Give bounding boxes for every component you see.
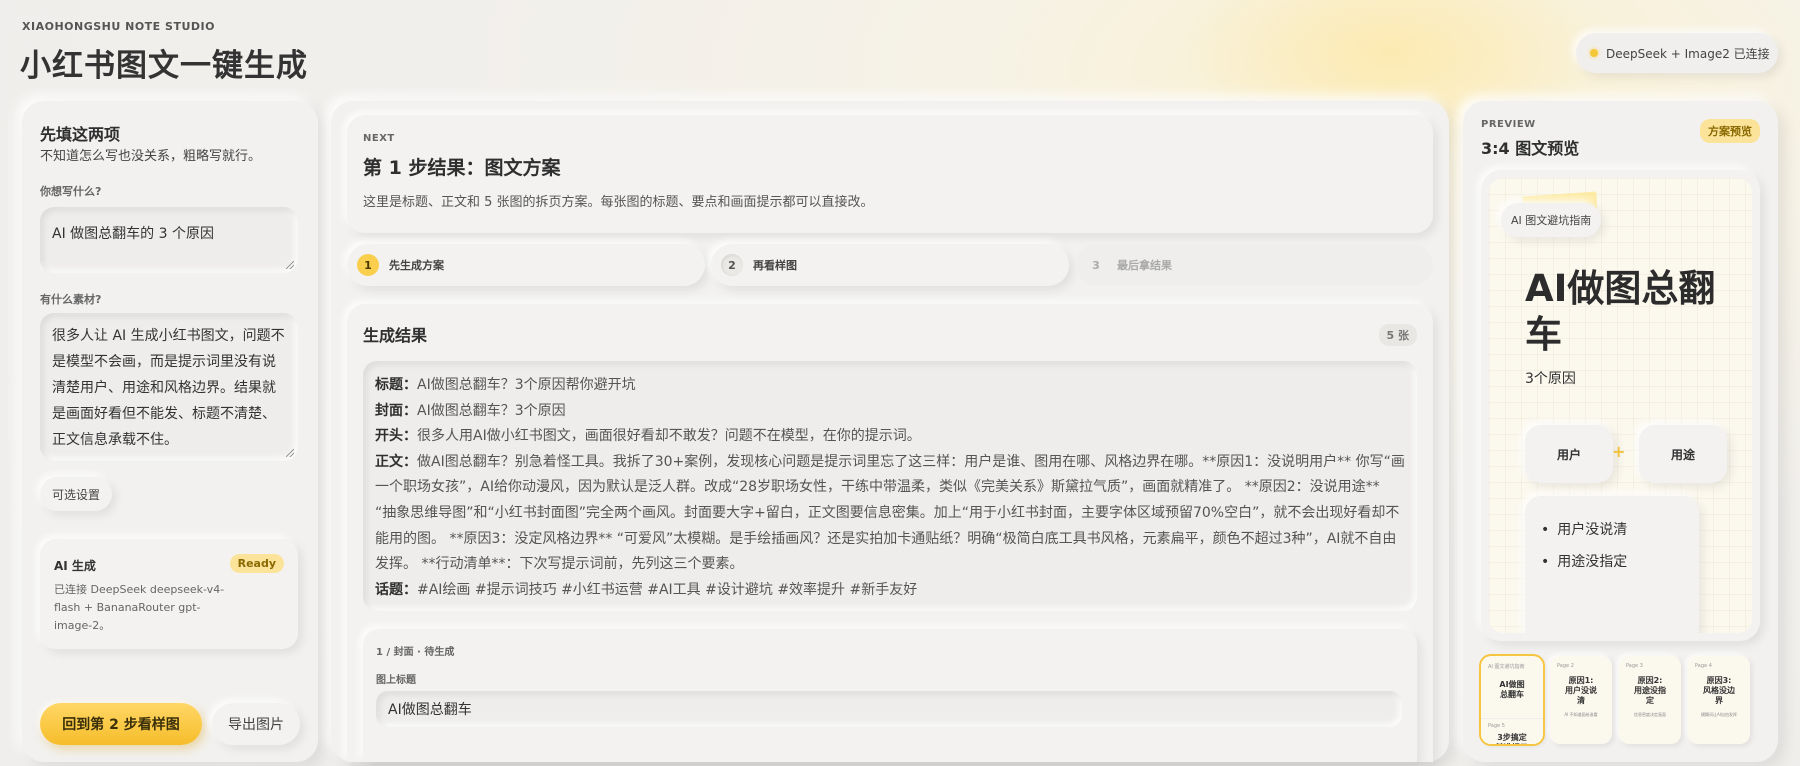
thumb-title: 原因2: 用途没指 定 xyxy=(1634,676,1666,705)
image-title-label: 图上标题 xyxy=(376,675,416,686)
input-panel: 先填这两项 不知道怎么写也没关系，粗略写就行。 你想写什么? AI 做图总翻车的… xyxy=(22,101,318,762)
connection-status[interactable]: DeepSeek + Image2 已连接 xyxy=(1576,33,1778,73)
thumb-page: Page 3 xyxy=(1626,663,1643,669)
step-number: 3 xyxy=(1092,258,1100,272)
thumb-overlap: Page 5 3步搞定 精准提示 xyxy=(1481,718,1543,744)
preview-subtitle: 3个原因 xyxy=(1525,371,1576,387)
plan-preview-badge: 方案预览 xyxy=(1700,119,1760,143)
resize-grip-icon[interactable] xyxy=(286,261,294,269)
input-heading: 先填这两项 xyxy=(40,125,121,144)
status-dot-icon xyxy=(1590,49,1598,57)
next-eyebrow: NEXT xyxy=(363,133,395,144)
result-topics-line: 话题：#AI绘画 #提示词技巧 #小红书运营 #AI工具 #设计避坑 #效率提升… xyxy=(375,581,918,598)
ready-badge: Ready xyxy=(229,554,284,573)
list-item: 用户没说清 xyxy=(1541,514,1683,546)
thumb-title: 3步搞定 精准提示 xyxy=(1496,733,1528,744)
result-panel: NEXT 第 1 步结果：图文方案 这里是标题、正文和 5 张图的拆页方案。每张… xyxy=(331,101,1449,762)
step-label: 先生成方案 xyxy=(389,259,444,272)
plus-icon: + xyxy=(1612,442,1626,461)
preview-chip: AI 图文避坑指南 xyxy=(1501,203,1602,237)
generated-result-card: 生成结果 5 张 标题：AI做图总翻车？3个原因帮你避开坑 封面：AI做图总翻车… xyxy=(347,304,1433,762)
thumbnail-3[interactable]: Page 3 原因2: 用途没指 定 信息密度决定画面 xyxy=(1619,656,1681,744)
thumb-page: Page 4 xyxy=(1695,663,1712,669)
optional-settings-button[interactable]: 可选设置 xyxy=(40,477,113,511)
preview-bullet-list: 用户没说清 用途没指定 xyxy=(1525,496,1699,633)
thumb-subtitle: AI 不知道画给谁看 xyxy=(1564,712,1598,717)
step-tab-2[interactable]: 2 再看样图 xyxy=(711,244,1069,286)
next-step-card: NEXT 第 1 步结果：图文方案 这里是标题、正文和 5 张图的拆页方案。每张… xyxy=(347,115,1433,233)
step-label: 最后拿结果 xyxy=(1117,259,1172,272)
thumb-title: 原因1: 用户没说 清 xyxy=(1565,676,1597,705)
preview-big-title: AI做图总翻车 xyxy=(1525,267,1716,356)
step-label: 再看样图 xyxy=(753,259,797,272)
thumb-subtitle: 模糊词让AI自由发挥 xyxy=(1701,712,1737,717)
result-text-block[interactable]: 标题：AI做图总翻车？3个原因帮你避开坑 封面：AI做图总翻车？3个原因 开头：… xyxy=(363,361,1417,611)
topic-label: 你想写什么? xyxy=(40,185,102,198)
result-opening-line: 开头：很多人用AI做小红书图文，画面很好看却不敢发？问题不在模型，在你的提示词。 xyxy=(375,428,921,445)
resize-grip-icon[interactable] xyxy=(286,449,294,457)
back-to-step2-button[interactable]: 回到第 2 步看样图 xyxy=(40,703,202,745)
input-subheading: 不知道怎么写也没关系，粗略写就行。 xyxy=(40,149,262,164)
step-number: 1 xyxy=(357,254,379,276)
thumb-page: AI 图文避坑指南 xyxy=(1488,664,1525,670)
page-title: 小红书图文一键生成 xyxy=(20,48,308,84)
ai-status-title: AI 生成 xyxy=(54,559,96,573)
thumbnail-2[interactable]: Page 2 原因1: 用户没说 清 AI 不知道画给谁看 xyxy=(1550,656,1612,744)
preview-tag-user: 用户 xyxy=(1525,425,1613,483)
list-item: 用途没指定 xyxy=(1541,546,1683,578)
next-title: 第 1 步结果：图文方案 xyxy=(363,157,561,179)
thumbnail-1[interactable]: AI 图文避坑指南 AI做图 总翻车 Page 5 3步搞定 精准提示 xyxy=(1481,656,1543,744)
result-cover-line: 封面：AI做图总翻车？3个原因 xyxy=(375,402,566,419)
preview-card: AI 图文避坑指南 AI做图总翻车 3个原因 用户 + 用途 用户没说清 用途没… xyxy=(1489,178,1752,633)
step-number: 2 xyxy=(721,254,743,276)
brand-eyebrow: XIAOHONGSHU NOTE STUDIO xyxy=(22,20,215,33)
thumbnail-4[interactable]: Page 4 原因3: 风格没边 界 模糊词让AI自由发挥 xyxy=(1688,656,1750,744)
result-title: 生成结果 xyxy=(363,326,428,345)
topic-value: AI 做图总翻车的 3 个原因 xyxy=(52,226,214,242)
image-title-input[interactable]: AI做图总翻车 xyxy=(376,691,1402,727)
thumb-title: 原因3: 风格没边 界 xyxy=(1703,676,1735,705)
thumb-page: Page 5 xyxy=(1488,723,1505,729)
preview-panel: PREVIEW 3:4 图文预览 方案预览 AI 图文避坑指南 AI做图总翻车 … xyxy=(1463,101,1778,762)
thumb-subtitle: 信息密度决定画面 xyxy=(1634,712,1666,717)
result-body-text: 正文：做AI图总翻车？别急着怪工具。我拆了30+案例，发现核心问题是提示词里忘了… xyxy=(375,453,1405,573)
step-tab-3[interactable]: 3 最后拿结果 xyxy=(1075,244,1433,286)
image-card-meta: 1 / 封面 · 待生成 xyxy=(376,647,455,658)
image-count-badge: 5 张 xyxy=(1378,324,1417,346)
topic-textarea[interactable]: AI 做图总翻车的 3 个原因 xyxy=(40,207,298,273)
next-description: 这里是标题、正文和 5 张图的拆页方案。每张图的标题、要点和画面提示都可以直接改… xyxy=(363,195,874,210)
preview-frame: AI 图文避坑指南 AI做图总翻车 3个原因 用户 + 用途 用户没说清 用途没… xyxy=(1481,170,1760,641)
image-card-1: 1 / 封面 · 待生成 图上标题 AI做图总翻车 xyxy=(363,629,1417,762)
export-images-button[interactable]: 导出图片 xyxy=(212,703,300,745)
thumb-title: AI做图 总翻车 xyxy=(1499,680,1525,699)
material-value: 很多人让 AI 生成小红书图文，问题不是模型不会画，而是提示词里没有说清楚用户、… xyxy=(52,328,285,448)
ai-status-card: AI 生成 Ready 已连接 DeepSeek deepseek-v4-fla… xyxy=(40,539,298,649)
thumb-page: Page 2 xyxy=(1557,663,1574,669)
step-tab-1[interactable]: 1 先生成方案 xyxy=(347,244,705,286)
connection-label: DeepSeek + Image2 已连接 xyxy=(1606,46,1770,61)
material-label: 有什么素材? xyxy=(40,293,102,306)
material-textarea[interactable]: 很多人让 AI 生成小红书图文，问题不是模型不会画，而是提示词里没有说清楚用户、… xyxy=(40,313,298,461)
result-title-line: 标题：AI做图总翻车？3个原因帮你避开坑 xyxy=(375,377,636,393)
ai-status-desc: 已连接 DeepSeek deepseek-v4-flash + BananaR… xyxy=(54,583,225,632)
preview-tag-usage: 用途 xyxy=(1639,425,1727,483)
preview-eyebrow: PREVIEW xyxy=(1481,119,1536,130)
preview-title: 3:4 图文预览 xyxy=(1481,139,1580,158)
